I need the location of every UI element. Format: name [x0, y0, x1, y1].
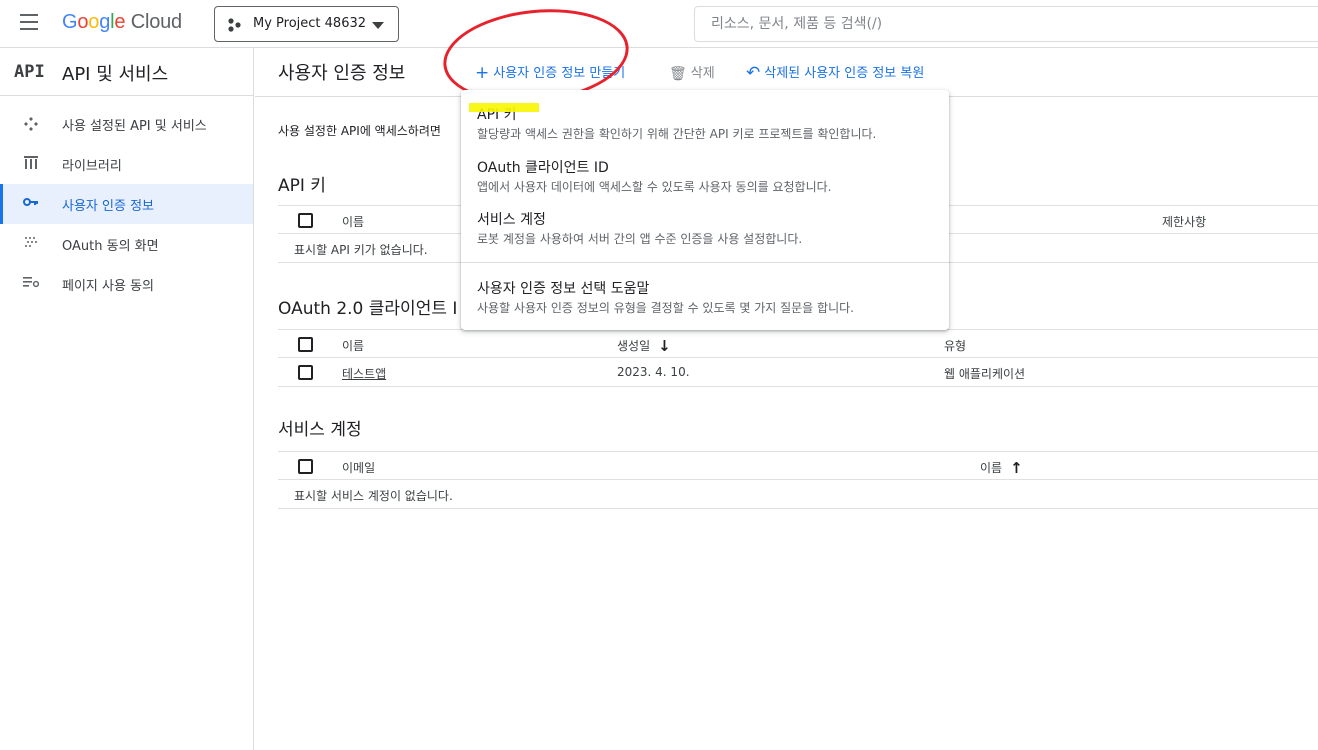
- column-name[interactable]: 이름: [342, 337, 364, 354]
- trash-icon: 🗑: [669, 66, 687, 82]
- client-type: 웹 애플리케이션: [944, 367, 1026, 381]
- column-email[interactable]: 이메일: [342, 459, 375, 476]
- restore-deleted-button[interactable]: ↶ 삭제된 사용자 인증 정보 복원: [746, 62, 924, 83]
- row-checkbox[interactable]: [298, 365, 313, 380]
- sidebar-item-label: 라이브러리: [62, 159, 122, 174]
- sidebar-item-enabled-apis[interactable]: 사용 설정된 API 및 서비스: [0, 104, 253, 144]
- menu-item-api-key[interactable]: API 키 할당량과 액세스 권한을 확인하기 위해 간단한 API 키로 프로…: [461, 90, 949, 142]
- project-selector[interactable]: My Project 48632: [214, 6, 399, 42]
- sidebar-item-page-consent[interactable]: 페이지 사용 동의: [0, 264, 253, 304]
- sidebar: API API 및 서비스 사용 설정된 API 및 서비스 라이브러리 사용자…: [0, 48, 254, 750]
- arrow-up-icon: ↑: [1010, 459, 1023, 477]
- sidebar-item-label: 사용자 인증 정보: [62, 199, 154, 214]
- google-cloud-logo[interactable]: Google Cloud: [62, 11, 182, 34]
- menu-item-description: 할당량과 액세스 권한을 확인하기 위해 간단한 API 키로 프로젝트를 확인…: [477, 127, 877, 141]
- create-credentials-button[interactable]: + 사용자 인증 정보 만들기: [475, 62, 625, 83]
- key-icon: [22, 196, 40, 212]
- sidebar-item-credentials[interactable]: 사용자 인증 정보: [0, 184, 253, 224]
- page-title: 사용자 인증 정보: [278, 63, 406, 84]
- menu-icon[interactable]: [20, 14, 42, 32]
- menu-item-oauth-client-id[interactable]: OAuth 클라이언트 ID 앱에서 사용자 데이터에 액세스할 수 있도록 사…: [461, 143, 949, 195]
- arrow-down-icon: ↓: [658, 337, 671, 355]
- top-bar: Google Cloud My Project 48632: [0, 0, 1318, 48]
- created-date: 2023. 4. 10.: [617, 365, 690, 379]
- select-all-checkbox[interactable]: [298, 337, 313, 352]
- menu-item-title: 서비스 계정: [477, 212, 546, 228]
- menu-item-description: 사용할 사용자 인증 정보의 유형을 결정할 수 있도록 몇 가지 질문을 합니…: [477, 301, 854, 315]
- column-created[interactable]: 생성일 ↓: [617, 337, 671, 355]
- oauth-title: OAuth 2.0 클라이언트 I: [278, 299, 458, 319]
- settings-list-icon: [22, 276, 40, 292]
- menu-item-description: 앱에서 사용자 데이터에 액세스할 수 있도록 사용자 동의를 요청합니다.: [477, 180, 832, 194]
- create-credentials-menu: API 키 할당량과 액세스 권한을 확인하기 위해 간단한 API 키로 프로…: [461, 90, 949, 330]
- column-name[interactable]: 이름 ↑: [980, 459, 1023, 477]
- oauth-table: 이름 생성일 ↓ 유형 테스트앱 2023. 4. 10. 웹 애플리케이션: [278, 329, 1318, 387]
- menu-item-service-account[interactable]: 서비스 계정 로봇 계정을 사용하여 서버 간의 앱 수준 인증을 사용 설정합…: [461, 195, 949, 247]
- select-all-checkbox[interactable]: [298, 459, 313, 474]
- oauth-icon: [22, 236, 40, 252]
- chevron-down-icon: [372, 22, 384, 29]
- sidebar-item-label: 사용 설정된 API 및 서비스: [62, 119, 207, 134]
- description-text: 사용 설정한 API에 액세스하려면: [278, 124, 441, 138]
- select-all-checkbox[interactable]: [298, 213, 313, 228]
- empty-message: 표시할 API 키가 없습니다.: [294, 243, 428, 257]
- sidebar-item-library[interactable]: 라이브러리: [0, 144, 253, 184]
- search-box[interactable]: [694, 6, 1318, 42]
- sidebar-header: API API 및 서비스: [0, 48, 253, 96]
- delete-button[interactable]: 🗑 삭제: [669, 62, 715, 82]
- service-accounts-title: 서비스 계정: [278, 420, 362, 440]
- empty-message: 표시할 서비스 계정이 없습니다.: [294, 489, 453, 503]
- menu-item-title: OAuth 클라이언트 ID: [477, 160, 609, 176]
- menu-item-description: 로봇 계정을 사용하여 서버 간의 앱 수준 인증을 사용 설정합니다.: [477, 232, 803, 246]
- undo-icon: ↶: [746, 63, 761, 83]
- menu-item-title: 사용자 인증 정보 선택 도움말: [477, 281, 650, 297]
- column-restrictions: 제한사항: [1162, 215, 1207, 229]
- service-accounts-table: 이메일 이름 ↑ 표시할 서비스 계정이 없습니다.: [278, 451, 1318, 509]
- project-dots-icon: [228, 18, 241, 32]
- menu-item-credential-help[interactable]: 사용자 인증 정보 선택 도움말 사용할 사용자 인증 정보의 유형을 결정할 …: [461, 264, 949, 316]
- plus-icon: +: [475, 63, 490, 83]
- menu-divider: [461, 262, 949, 263]
- table-row: 표시할 서비스 계정이 없습니다.: [278, 480, 1318, 509]
- table-header: 이메일 이름 ↑: [278, 451, 1318, 480]
- sidebar-item-oauth-consent[interactable]: OAuth 동의 화면: [0, 224, 253, 264]
- column-name[interactable]: 이름: [342, 213, 364, 230]
- sidebar-item-label: OAuth 동의 화면: [62, 239, 159, 254]
- apis-icon: [22, 116, 40, 132]
- api-keys-title: API 키: [278, 176, 326, 196]
- sidebar-item-label: 페이지 사용 동의: [62, 279, 154, 294]
- library-icon: [22, 156, 40, 172]
- project-name: My Project 48632: [253, 16, 367, 31]
- menu-item-title: API 키: [477, 107, 517, 123]
- client-name-link[interactable]: 테스트앱: [342, 365, 386, 382]
- table-header: 이름 생성일 ↓ 유형: [278, 329, 1318, 358]
- api-icon: API: [14, 62, 45, 82]
- sidebar-title[interactable]: API 및 서비스: [62, 60, 168, 86]
- column-type[interactable]: 유형: [944, 337, 966, 354]
- table-row: 테스트앱 2023. 4. 10. 웹 애플리케이션: [278, 358, 1318, 387]
- search-input[interactable]: [695, 7, 1318, 41]
